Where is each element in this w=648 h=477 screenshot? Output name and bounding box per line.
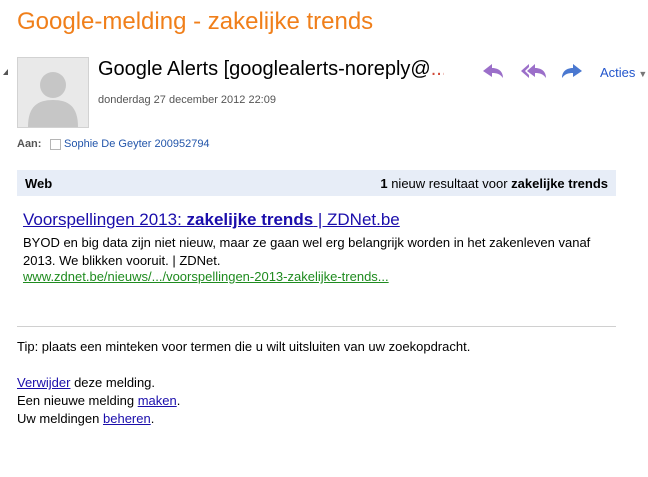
create-alert-link[interactable]: maken — [138, 393, 177, 408]
result-query: zakelijke trends — [511, 176, 608, 191]
reply-all-icon[interactable] — [520, 62, 548, 80]
dropdown-caret-icon: ▼ — [638, 69, 648, 79]
sender-name: Google Alerts [googlealerts-noreply@... — [98, 58, 444, 81]
divider — [17, 326, 616, 327]
manage-alerts-link[interactable]: beheren — [103, 411, 151, 426]
avatar-silhouette-icon — [28, 72, 78, 127]
result-title-suffix: | ZDNet.be — [313, 210, 400, 229]
footer-delete-line: Verwijder deze melding. — [17, 374, 180, 392]
new-prefix-text: Een nieuwe melding — [17, 393, 138, 408]
result-count: 1 — [380, 176, 388, 191]
manage-suffix-text: . — [150, 411, 155, 426]
forward-icon[interactable] — [560, 62, 584, 80]
delete-alert-link[interactable]: Verwijder — [17, 375, 70, 390]
web-results-header: Web 1 nieuw resultaat voor zakelijke tre… — [17, 170, 616, 196]
to-label: Aan: — [17, 138, 42, 150]
collapse-triangle-icon[interactable] — [3, 69, 8, 75]
reply-icon[interactable] — [481, 62, 505, 80]
avatar — [17, 57, 89, 128]
result-title-link[interactable]: Voorspellingen 2013: zakelijke trends | … — [23, 210, 400, 230]
recipient-link[interactable]: Sophie De Geyter 200952794 — [64, 138, 210, 150]
web-label: Web — [25, 176, 53, 191]
new-suffix-text: . — [176, 393, 181, 408]
tip-text: Tip: plaats een minteken voor termen die… — [17, 339, 471, 354]
actions-menu-button[interactable]: Acties ▼ — [600, 65, 647, 80]
result-title-prefix: Voorspellingen 2013: — [23, 210, 187, 229]
result-title-bold: zakelijke trends — [186, 210, 314, 229]
result-count-label: nieuw resultaat voor — [387, 176, 512, 191]
sender-address: Google Alerts [googlealerts-noreply@ — [98, 58, 431, 80]
result-url-link[interactable]: www.zdnet.be/nieuws/.../voorspellingen-2… — [23, 269, 389, 284]
footer-new-line: Een nieuwe melding maken. — [17, 392, 180, 410]
manage-prefix-text: Uw meldingen — [17, 411, 103, 426]
email-subject: Google-melding - zakelijke trends — [17, 8, 374, 35]
email-date: donderdag 27 december 2012 22:09 — [98, 94, 276, 106]
delete-rest-text: deze melding. — [70, 375, 156, 390]
result-snippet: BYOD en big data zijn niet nieuw, maar z… — [23, 235, 591, 268]
actions-label: Acties — [600, 65, 636, 80]
footer: Verwijder deze melding. Een nieuwe meldi… — [17, 374, 180, 428]
footer-manage-line: Uw meldingen beheren. — [17, 410, 180, 428]
sender-ellipsis: ... — [430, 58, 444, 80]
checkbox-icon[interactable] — [50, 139, 61, 150]
result-count-text: 1 nieuw resultaat voor zakelijke trends — [380, 176, 608, 191]
